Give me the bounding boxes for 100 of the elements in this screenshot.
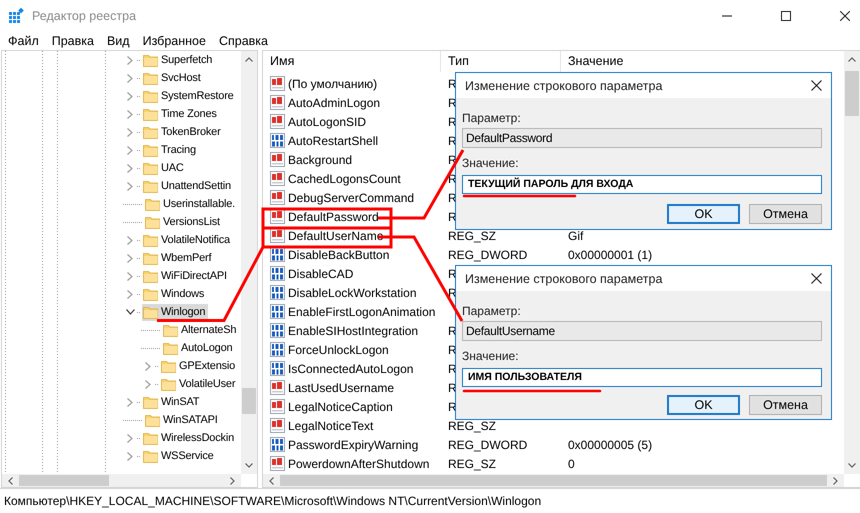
- tree-item[interactable]: Time Zones: [142, 106, 220, 122]
- chevron-right-icon[interactable]: [127, 146, 133, 154]
- value-name[interactable]: Background: [288, 152, 352, 166]
- menu-item[interactable]: Справка: [212, 33, 274, 49]
- scroll-right-icon[interactable]: [230, 476, 235, 484]
- field-label: Значение:: [462, 349, 520, 363]
- tree-item[interactable]: WinSATAPI: [144, 412, 221, 428]
- value-name[interactable]: EnableFirstLogonAnimation: [288, 304, 436, 318]
- close-icon[interactable]: [840, 11, 850, 21]
- scrollbar[interactable]: [263, 474, 844, 487]
- tree-item[interactable]: UAC: [142, 160, 187, 176]
- maximize-icon[interactable]: [781, 11, 791, 21]
- parameter-field[interactable]: DefaultUsername: [462, 321, 822, 341]
- value-name[interactable]: EnableSIHostIntegration: [288, 324, 418, 338]
- tree-item[interactable]: SvcHost: [142, 70, 204, 86]
- value-name[interactable]: DebugServerCommand: [288, 190, 414, 204]
- chevron-right-icon[interactable]: [127, 164, 133, 172]
- value-name[interactable]: AutoLogonSID: [288, 114, 366, 128]
- value-name[interactable]: LegalNoticeText: [288, 418, 374, 432]
- cancel-button[interactable]: Отмена: [749, 395, 822, 415]
- tree-item[interactable]: VolatileUser: [160, 376, 238, 392]
- value-field[interactable]: ТЕКУЩИЙ ПАРОЛЬ ДЛЯ ВХОДА: [462, 175, 822, 194]
- value-name[interactable]: LastUsedUsername: [288, 380, 394, 394]
- close-icon[interactable]: [811, 273, 822, 284]
- scrollbar[interactable]: [844, 51, 860, 474]
- chevron-right-icon[interactable]: [127, 182, 133, 190]
- binary-value-icon: [270, 342, 285, 357]
- chevron-right-icon[interactable]: [127, 110, 133, 118]
- chevron-down-icon[interactable]: [126, 309, 134, 315]
- menu-item[interactable]: Файл: [2, 33, 45, 49]
- tree-item[interactable]: Winlogon: [142, 304, 208, 320]
- cancel-button[interactable]: Отмена: [749, 204, 822, 224]
- tree-item[interactable]: GPExtensio: [160, 358, 238, 374]
- tree-item[interactable]: WinSAT: [142, 394, 202, 410]
- parameter-field[interactable]: DefaultPassword: [462, 128, 822, 148]
- tree-item[interactable]: AlternateSh: [162, 322, 240, 338]
- tree-item[interactable]: Userinstallable.: [144, 196, 238, 212]
- tree-item[interactable]: WSService: [142, 448, 217, 464]
- tree-item[interactable]: Windows: [142, 286, 208, 302]
- ok-button[interactable]: OK: [667, 395, 740, 415]
- menu-item[interactable]: Избранное: [136, 33, 212, 49]
- chevron-right-icon[interactable]: [127, 272, 133, 280]
- tree-item[interactable]: TokenBroker: [142, 124, 224, 140]
- scroll-right-icon[interactable]: [833, 476, 838, 484]
- scroll-thumb[interactable]: [280, 475, 827, 486]
- scroll-thumb[interactable]: [845, 71, 859, 116]
- scroll-left-icon[interactable]: [269, 476, 274, 484]
- value-name[interactable]: CachedLogonsCount: [288, 172, 401, 186]
- value-name[interactable]: DefaultUserName: [288, 228, 384, 242]
- scroll-up-icon[interactable]: [245, 57, 253, 62]
- scroll-left-icon[interactable]: [8, 476, 13, 484]
- string-value-icon: [270, 114, 285, 129]
- chevron-right-icon[interactable]: [127, 128, 133, 136]
- chevron-right-icon[interactable]: [127, 254, 133, 262]
- scroll-down-icon[interactable]: [245, 463, 253, 468]
- chevron-right-icon[interactable]: [127, 92, 133, 100]
- scroll-thumb[interactable]: [19, 475, 109, 486]
- column-header[interactable]: Значение: [561, 51, 844, 72]
- chevron-right-icon[interactable]: [127, 56, 133, 64]
- tree-item[interactable]: WbemPerf: [142, 250, 214, 266]
- chevron-right-icon[interactable]: [127, 236, 133, 244]
- value-name[interactable]: AutoAdminLogon: [288, 96, 380, 110]
- ok-button[interactable]: OK: [667, 204, 740, 224]
- chevron-right-icon[interactable]: [145, 380, 151, 388]
- tree-item[interactable]: Superfetch: [142, 52, 216, 68]
- scroll-down-icon[interactable]: [848, 463, 856, 468]
- menu-item[interactable]: Правка: [46, 33, 100, 49]
- chevron-right-icon[interactable]: [127, 74, 133, 82]
- menu-item[interactable]: Вид: [100, 33, 136, 49]
- value-name[interactable]: LegalNoticeCaption: [288, 400, 393, 414]
- value-name[interactable]: IsConnectedAutoLogon: [288, 362, 414, 376]
- value-name[interactable]: AutoRestartShell: [288, 134, 378, 148]
- value-name[interactable]: DisableLockWorkstation: [288, 286, 417, 300]
- chevron-right-icon[interactable]: [145, 362, 151, 370]
- value-name[interactable]: DisableBackButton: [288, 248, 390, 262]
- tree-item[interactable]: WiFiDirectAPI: [142, 268, 230, 284]
- value-name[interactable]: DefaultPassword: [288, 210, 379, 224]
- tree-item[interactable]: UnattendSettin: [142, 178, 234, 194]
- value-name[interactable]: PowerdownAfterShutdown: [288, 456, 430, 470]
- tree-item[interactable]: Tracing: [142, 142, 199, 158]
- value-name[interactable]: (По умолчанию): [288, 76, 378, 90]
- value-name[interactable]: ForceUnlockLogon: [288, 342, 389, 356]
- scroll-up-icon[interactable]: [848, 57, 856, 62]
- chevron-right-icon[interactable]: [127, 398, 133, 406]
- scrollbar[interactable]: [241, 51, 257, 474]
- tree-item[interactable]: AutoLogon: [162, 340, 236, 356]
- tree-item[interactable]: VolatileNotifica: [142, 232, 233, 248]
- chevron-right-icon[interactable]: [127, 452, 133, 460]
- tree-item[interactable]: VersionsList: [144, 214, 223, 230]
- value-field[interactable]: ИМЯ ПОЛЬЗОВАТЕЛЯ: [462, 368, 822, 387]
- chevron-right-icon[interactable]: [127, 434, 133, 442]
- close-icon[interactable]: [811, 80, 822, 91]
- column-header[interactable]: Имя: [263, 51, 441, 72]
- tree-item[interactable]: SystemRestore: [142, 88, 237, 104]
- tree-item[interactable]: WirelessDockin: [142, 430, 237, 446]
- scrollbar[interactable]: [2, 474, 241, 487]
- value-name[interactable]: PasswordExpiryWarning: [288, 438, 418, 452]
- value-name[interactable]: DisableCAD: [288, 266, 354, 280]
- chevron-right-icon[interactable]: [127, 290, 133, 298]
- scroll-thumb[interactable]: [242, 388, 256, 414]
